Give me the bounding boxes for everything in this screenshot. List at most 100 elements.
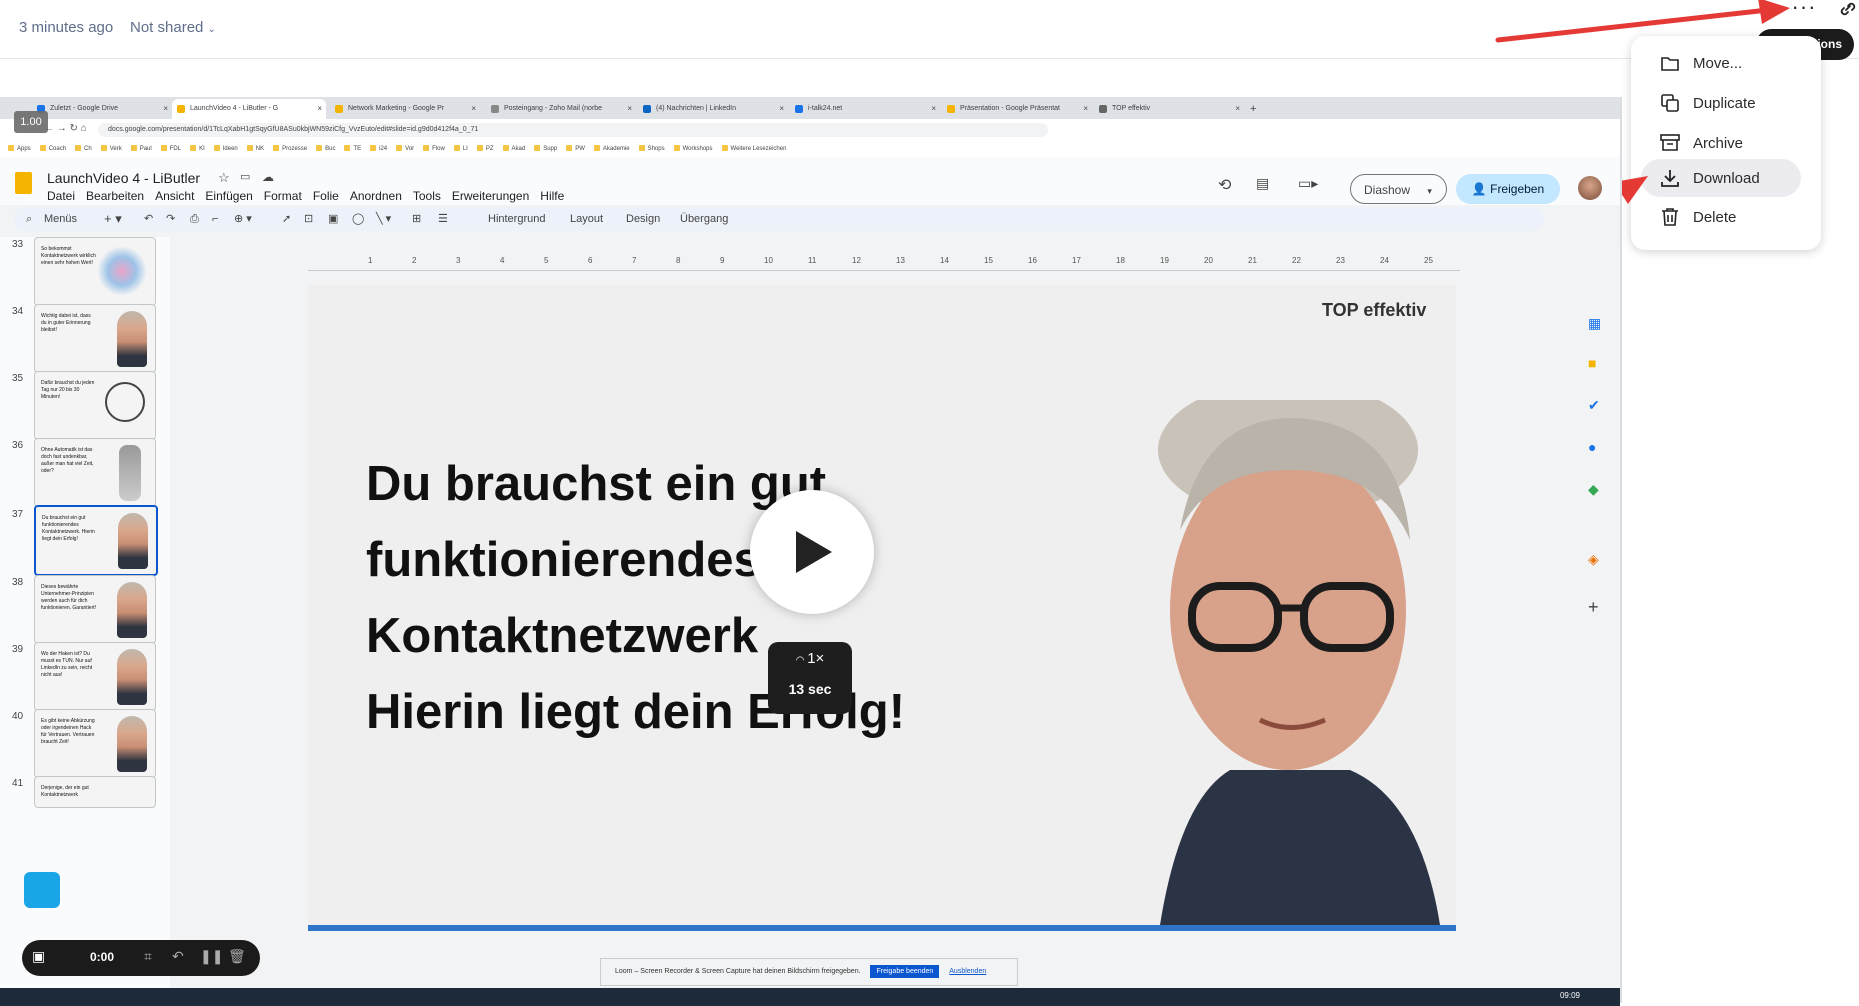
speed-control[interactable]: ◠ 1× (768, 642, 852, 667)
menu-erweiterungen[interactable]: Erweiterungen (452, 189, 529, 203)
bookmark-item[interactable]: Paul (131, 141, 152, 157)
browser-tab[interactable]: Posteingang - Zoho Mail (norbe × (486, 99, 636, 119)
browser-tab[interactable]: Präsentation - Google Präsentat × (942, 99, 1092, 119)
slide-thumbnail[interactable]: Wichtig dabei ist, dass du in guter Erin… (34, 304, 156, 373)
menu-format[interactable]: Format (264, 189, 302, 203)
comments-icon[interactable]: ▤ (1256, 175, 1269, 192)
image-icon[interactable]: ▣ (328, 207, 338, 231)
undo-icon[interactable]: ↶ (172, 948, 184, 965)
close-icon[interactable]: × (1235, 99, 1240, 119)
format-options-icon[interactable]: ☰ (438, 207, 448, 231)
camera-icon[interactable]: ▣ (32, 948, 45, 965)
meet-icon[interactable]: ▭▸ (1298, 175, 1318, 192)
move-folder-icon[interactable]: ▭ (240, 170, 250, 183)
hide-link[interactable]: Ausblenden (949, 968, 986, 975)
maps-icon[interactable]: ◆ (1588, 481, 1599, 498)
avatar[interactable] (1578, 176, 1602, 200)
bookmark-item[interactable]: LI (454, 141, 468, 157)
browser-tab[interactable]: LaunchVideo 4 - LiButler - G × (172, 99, 326, 119)
comment-add-icon[interactable]: ⊞ (412, 207, 421, 231)
menu-ansicht[interactable]: Ansicht (155, 189, 194, 203)
close-icon[interactable]: × (163, 99, 168, 119)
bookmark-item[interactable]: Ch (75, 141, 92, 157)
bookmark-item[interactable]: PZ (477, 141, 494, 157)
bookmark-item[interactable]: Weitere Lesezeichen (722, 141, 787, 157)
star-icon[interactable]: ☆ (218, 170, 230, 186)
bookmark-item[interactable]: Supp (534, 141, 557, 157)
close-icon[interactable]: × (627, 99, 632, 119)
undo-icon[interactable]: ↶ (144, 207, 153, 231)
share-button[interactable]: 👤 Freigeben (1456, 174, 1560, 204)
close-icon[interactable]: × (471, 99, 476, 119)
stop-sharing-button[interactable]: Freigabe beenden (870, 965, 940, 978)
bookmark-item[interactable]: NK (247, 141, 264, 157)
menu-anordnen[interactable]: Anordnen (350, 189, 402, 203)
bookmark-item[interactable]: Akademie (594, 141, 630, 157)
browser-tab[interactable]: (4) Nachrichten | LinkedIn × (638, 99, 788, 119)
trash-icon[interactable]: 🗑 (228, 948, 246, 965)
close-icon[interactable]: × (1083, 99, 1088, 119)
bookmark-item[interactable]: Buc (316, 141, 335, 157)
new-tab-button[interactable]: + (1246, 99, 1266, 119)
navigation-icons[interactable]: ← → ↻ ⌂ (44, 123, 87, 134)
bookmark-item[interactable]: Workshops (674, 141, 713, 157)
slideshow-button[interactable]: Diashow ▾ (1350, 174, 1447, 204)
bookmark-item[interactable]: Ideen (214, 141, 238, 157)
close-icon[interactable]: × (317, 99, 322, 119)
background-button[interactable]: Hintergrund (488, 207, 545, 231)
close-icon[interactable]: × (779, 99, 784, 119)
close-icon[interactable]: × (931, 99, 936, 119)
print-icon[interactable]: ⎙ (190, 207, 199, 231)
grid-icon[interactable]: ⌗ (144, 948, 152, 965)
bookmark-item[interactable]: Vor (396, 141, 414, 157)
transition-button[interactable]: Übergang (680, 207, 728, 231)
slide-thumbnail[interactable]: Derjenige, der ein gut Kontaktnetzwerk (34, 776, 156, 808)
bookmark-item[interactable]: Akad (503, 141, 526, 157)
menu-einfuegen[interactable]: Einfügen (205, 189, 252, 203)
line-icon[interactable]: ╲ ▾ (376, 207, 391, 231)
history-icon[interactable]: ⟲ (1218, 175, 1231, 195)
keep-icon[interactable]: ■ (1588, 355, 1596, 371)
calendar-icon[interactable]: ▦ (1588, 315, 1601, 332)
theme-button[interactable]: Design (626, 207, 660, 231)
slide-thumbnail[interactable]: Es gibt keine Abkürzung oder irgendeinen… (34, 709, 156, 778)
menu-tools[interactable]: Tools (413, 189, 441, 203)
browser-tab[interactable]: Network Marketing - Google Pr × (330, 99, 480, 119)
menu-folie[interactable]: Folie (313, 189, 339, 203)
bookmark-item[interactable]: Shops (639, 141, 665, 157)
select-icon[interactable]: ➚ (282, 207, 291, 231)
contacts-icon[interactable]: ● (1588, 439, 1596, 455)
url-field[interactable]: docs.google.com/presentation/d/1TcLqXabH… (98, 123, 1048, 137)
add-icon[interactable]: + (1588, 597, 1599, 618)
slide-thumbnail-selected[interactable]: Du brauchst ein gut funktionierendes Kon… (34, 505, 158, 576)
loom-bubble-icon[interactable] (24, 872, 60, 908)
browser-tab[interactable]: TOP effektiv × (1094, 99, 1244, 119)
bookmark-item[interactable]: Coach (40, 141, 66, 157)
menu-datei[interactable]: Datei (47, 189, 75, 203)
search-icon[interactable]: ⌕ (26, 207, 32, 231)
menu-bearbeiten[interactable]: Bearbeiten (86, 189, 144, 203)
text-box-icon[interactable]: ⊡ (304, 207, 313, 231)
pause-icon[interactable]: ❚❚ (200, 948, 223, 965)
chevron-down-icon[interactable]: ▾ (1427, 186, 1432, 196)
bookmark-item[interactable]: KI (190, 141, 205, 157)
add-icon[interactable]: + ▾ (104, 207, 122, 231)
browser-tab[interactable]: i-talk24.net × (790, 99, 940, 119)
zoom-icon[interactable]: ⊕ ▾ (234, 207, 252, 231)
tasks-icon[interactable]: ✔ (1588, 397, 1600, 414)
bookmark-item[interactable]: FDL (161, 141, 181, 157)
redo-icon[interactable]: ↷ (166, 207, 175, 231)
bookmark-item[interactable]: Flow (423, 141, 445, 157)
bookmark-item[interactable]: i24 (370, 141, 387, 157)
playback-control-pill[interactable]: ◠ 1× 13 sec (768, 642, 852, 714)
slide-thumbnail[interactable]: Ohne Automatik ist das doch fast undenkb… (34, 438, 156, 507)
menu-hilfe[interactable]: Hilfe (540, 189, 564, 203)
layout-button[interactable]: Layout (570, 207, 603, 231)
browser-tab[interactable]: Zuletzt - Google Drive × (32, 99, 172, 119)
bookmark-item[interactable]: Apps (8, 141, 31, 157)
paint-format-icon[interactable]: ⌐ (212, 207, 218, 231)
menus-search-label[interactable]: Menüs (44, 207, 77, 231)
slide-thumbnail[interactable]: Dieses bewährte Unternehmer-Prinzipien w… (34, 575, 156, 644)
addon-icon[interactable]: ◈ (1588, 551, 1599, 568)
bookmark-item[interactable]: TE (344, 141, 361, 157)
